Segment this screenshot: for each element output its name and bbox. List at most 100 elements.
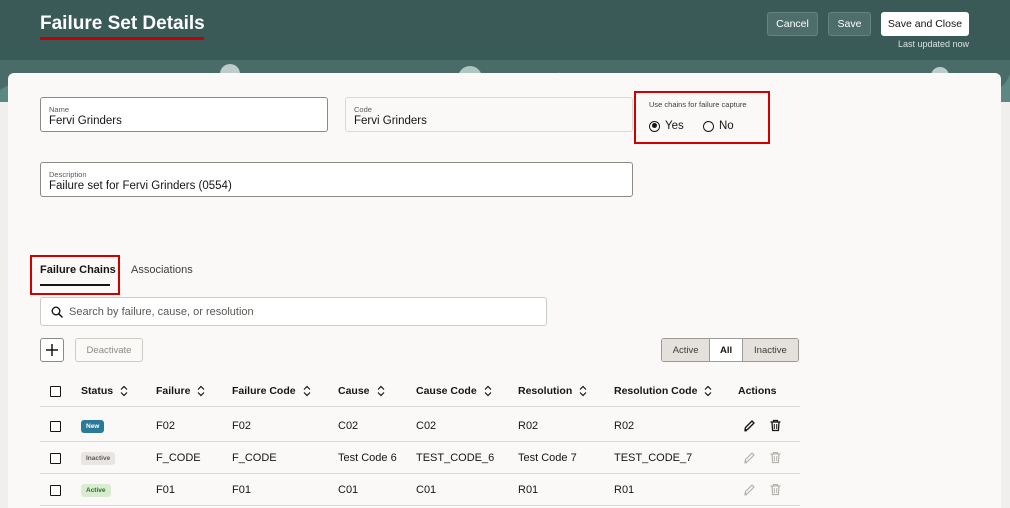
edit-pencil-icon: [744, 452, 755, 464]
filter-active[interactable]: Active: [662, 339, 710, 361]
cause-cell: C01: [338, 484, 359, 496]
failure-code-cell: F01: [232, 484, 251, 496]
sort-icon: [484, 385, 492, 397]
column-header-failure-code[interactable]: Failure Code: [232, 375, 311, 407]
row-select-cell: [50, 410, 61, 442]
cancel-button[interactable]: Cancel: [767, 12, 818, 36]
column-label: Resolution Code: [614, 385, 698, 397]
description-label: Description: [49, 170, 87, 179]
status-filter: Active All Inactive: [661, 338, 799, 362]
page-title: Failure Set Details: [40, 13, 205, 34]
radio-no-indicator[interactable]: [703, 120, 714, 132]
tab-selected-indicator: [40, 284, 110, 286]
column-label: Resolution: [518, 385, 573, 397]
last-updated-text: Last updated now: [897, 39, 969, 49]
plus-icon: [46, 344, 58, 356]
row-checkbox[interactable]: [50, 420, 61, 432]
description-field[interactable]: Description Failure set for Fervi Grinde…: [40, 162, 633, 197]
use-chains-label: Use chains for failure capture: [649, 100, 747, 109]
resolution-code-cell: R02: [614, 420, 635, 432]
row-select-cell: [50, 474, 61, 506]
select-all-checkbox[interactable]: [50, 385, 61, 397]
cause-code-cell: TEST_CODE_6: [416, 452, 495, 464]
sort-icon: [377, 385, 384, 397]
name-label: Name: [49, 105, 70, 114]
column-header-resolution-code[interactable]: Resolution Code: [614, 375, 712, 407]
column-header-failure[interactable]: Failure: [156, 375, 205, 407]
radio-yes-label: Yes: [665, 120, 684, 132]
code-label: Code: [354, 105, 372, 114]
resolution-cell: R02: [518, 420, 539, 432]
filter-inactive[interactable]: Inactive: [742, 339, 798, 361]
delete-trash-icon: [770, 451, 781, 464]
select-all-cell: [50, 375, 61, 407]
radio-yes-indicator[interactable]: [649, 120, 660, 132]
table-header-row: Status Failure Failure Code Cause Cause …: [40, 375, 800, 407]
tab-failure-chains[interactable]: Failure Chains: [40, 264, 116, 276]
failure-cell: F02: [156, 420, 175, 432]
edit-pencil-icon: [744, 484, 755, 496]
add-button[interactable]: [40, 338, 64, 362]
sort-icon: [579, 385, 587, 397]
delete-trash-icon[interactable]: [769, 419, 782, 432]
filter-all[interactable]: All: [709, 339, 743, 361]
row-checkbox[interactable]: [50, 452, 61, 464]
page-title-highlight: [40, 37, 204, 40]
deactivate-button[interactable]: Deactivate: [75, 338, 143, 362]
table-row[interactable]: Inactive F_CODE F_CODE Test Code 6 TEST_…: [40, 442, 800, 474]
failure-code-cell: F_CODE: [232, 452, 277, 464]
description-value: Failure set for Fervi Grinders (0554): [49, 180, 232, 192]
sort-icon: [198, 385, 205, 397]
resolution-cell: Test Code 7: [518, 452, 577, 464]
column-label: Cause Code: [416, 385, 477, 397]
radio-no[interactable]: No: [703, 120, 734, 132]
radio-yes[interactable]: Yes: [649, 120, 684, 132]
table-row[interactable]: Active F01 F01 C01 C01 R01 R01: [40, 474, 800, 506]
status-cell: New: [81, 410, 105, 442]
use-chains-radio-group: Use chains for failure capture Yes No: [634, 91, 770, 144]
column-header-resolution[interactable]: Resolution: [518, 375, 587, 407]
sort-icon: [704, 385, 712, 397]
cause-code-cell: C01: [416, 484, 437, 496]
row-select-cell: [50, 442, 61, 474]
cause-cell: C02: [338, 420, 359, 432]
save-button[interactable]: Save: [828, 12, 871, 36]
radio-no-label: No: [719, 120, 734, 132]
failure-cell: F01: [156, 484, 175, 496]
cause-code-cell: C02: [416, 420, 437, 432]
column-header-actions: Actions: [738, 385, 777, 397]
column-header-cause-code[interactable]: Cause Code: [416, 375, 492, 407]
status-cell: Active: [81, 474, 111, 506]
sort-icon: [303, 385, 311, 397]
search-icon: [51, 306, 63, 318]
status-cell: Inactive: [81, 442, 116, 474]
column-label: Failure Code: [232, 385, 296, 397]
resolution-cell: R01: [518, 484, 539, 496]
table-row[interactable]: New F02 F02 C02 C02 R02 R02: [40, 410, 800, 442]
edit-pencil-icon[interactable]: [743, 419, 756, 432]
failure-cell: F_CODE: [156, 452, 201, 464]
name-field[interactable]: Name Fervi Grinders: [40, 97, 328, 132]
code-value: Fervi Grinders: [354, 115, 427, 127]
row-checkbox[interactable]: [50, 484, 61, 496]
delete-trash-icon: [770, 483, 781, 496]
status-badge: New: [81, 419, 105, 433]
tab-associations[interactable]: Associations: [131, 264, 193, 276]
status-badge: Active: [81, 483, 111, 497]
column-header-status[interactable]: Status: [81, 375, 128, 407]
name-value: Fervi Grinders: [49, 115, 122, 127]
column-label: Status: [81, 385, 114, 397]
failure-code-cell: F02: [232, 420, 251, 432]
resolution-code-cell: R01: [614, 484, 635, 496]
column-label: Cause: [338, 385, 370, 397]
search-box: [40, 297, 547, 326]
column-label: Failure: [156, 385, 191, 397]
column-header-cause[interactable]: Cause: [338, 375, 385, 407]
code-field: Code Fervi Grinders: [345, 97, 633, 132]
cause-cell: Test Code 6: [338, 452, 397, 464]
save-and-close-button[interactable]: Save and Close: [881, 12, 969, 36]
resolution-code-cell: TEST_CODE_7: [614, 452, 693, 464]
sort-icon: [120, 385, 128, 397]
search-input[interactable]: [69, 303, 539, 321]
status-badge: Inactive: [81, 451, 116, 465]
